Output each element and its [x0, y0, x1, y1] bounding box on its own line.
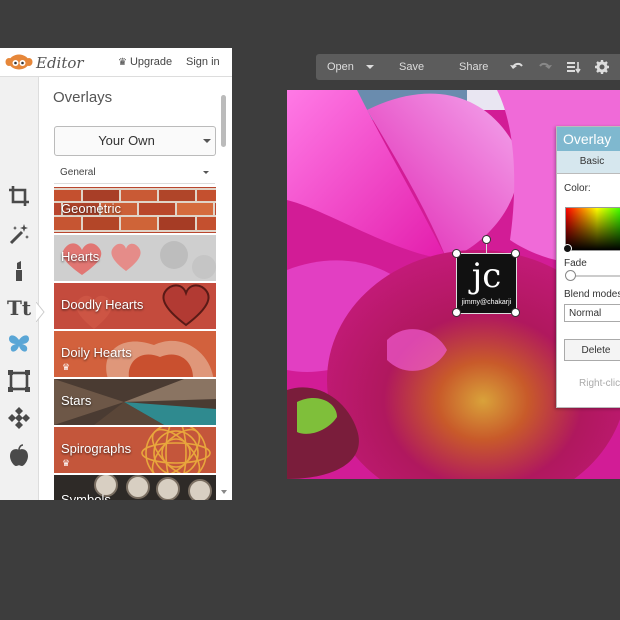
crop-icon: [9, 186, 29, 206]
save-button[interactable]: Save: [399, 61, 424, 73]
overlay-category-list: Geometric Hearts Doodly Hearts Doily Hea…: [54, 187, 216, 500]
overlay-item-symbols[interactable]: Symbols: [54, 475, 216, 500]
fade-slider-track[interactable]: [569, 275, 620, 277]
dialog-title: Overlay: [563, 131, 612, 147]
tool-overlays[interactable]: [5, 330, 33, 358]
signin-link[interactable]: Sign in: [186, 56, 220, 68]
overlay-item-hearts[interactable]: Hearts: [54, 235, 216, 281]
overlay-item-geometric[interactable]: Geometric: [54, 187, 216, 233]
category-select[interactable]: General: [54, 163, 215, 184]
editor-topbar: Editor ♛ Upgrade Sign in: [0, 48, 232, 77]
tool-theme[interactable]: [5, 441, 33, 469]
lipstick-icon: [16, 261, 22, 281]
overlay-properties-dialog: Overlay Basic Color: Fade Blend modes No…: [556, 126, 620, 408]
panel-title: Overlays: [53, 89, 113, 106]
layers-sort-icon[interactable]: [565, 59, 581, 75]
fade-label: Fade: [564, 258, 587, 269]
fade-slider-knob[interactable]: [565, 270, 576, 281]
resize-handle-bottom-left[interactable]: [452, 308, 461, 317]
app-title: Editor: [36, 54, 84, 72]
butterfly-icon: [9, 335, 29, 352]
share-button[interactable]: Share: [459, 61, 488, 73]
magic-wand-icon: [9, 224, 29, 245]
active-tool-indicator: [36, 302, 45, 322]
overlay-item-label: Stars: [61, 393, 92, 408]
gear-icon[interactable]: [594, 59, 610, 75]
overlay-item-spirographs[interactable]: Spirographs ♛: [54, 427, 216, 473]
resize-handle-bottom-right[interactable]: [511, 308, 520, 317]
blend-modes-label: Blend modes: [564, 289, 620, 300]
premium-crown-icon: ♛: [62, 458, 71, 468]
tool-effects[interactable]: [5, 220, 33, 248]
texture-icon: [8, 407, 30, 429]
crown-icon: ♛: [118, 57, 127, 68]
overlay-item-doodly-hearts[interactable]: Doodly Hearts: [54, 283, 216, 329]
tool-textures[interactable]: [5, 404, 33, 432]
color-picker[interactable]: [565, 207, 620, 251]
overlay-item-label: Geometric: [61, 201, 121, 216]
your-own-button[interactable]: Your Own: [54, 126, 199, 156]
undo-icon[interactable]: [509, 59, 525, 75]
tool-touchup[interactable]: [5, 257, 33, 285]
overlay-item-label: Spirographs: [61, 441, 132, 456]
overlay-item-doily-hearts[interactable]: Doily Hearts ♛: [54, 331, 216, 377]
rotate-handle[interactable]: [482, 235, 491, 244]
overlay-item-label: Symbols: [61, 492, 111, 500]
tab-basic[interactable]: Basic: [557, 151, 620, 174]
blend-mode-select[interactable]: Normal: [564, 304, 620, 322]
open-menu-chevron-icon[interactable]: [366, 65, 374, 69]
overlay-monogram: jc: [471, 256, 502, 296]
open-button[interactable]: Open: [327, 61, 354, 73]
chevron-down-icon: [203, 171, 209, 174]
overlay-list-scrollbar[interactable]: [220, 93, 226, 493]
editor-panel: Editor ♛ Upgrade Sign in Tt Overlays You…: [0, 48, 232, 500]
color-picker-marker[interactable]: [563, 244, 572, 253]
overlay-caption: jimmy@chakarji: [461, 299, 512, 306]
scroll-down-icon[interactable]: [221, 490, 227, 494]
tool-strip: Tt: [0, 77, 39, 500]
dialog-header[interactable]: Overlay: [557, 127, 620, 151]
overlay-item-label: Doily Hearts: [61, 345, 132, 360]
redo-icon[interactable]: [537, 59, 553, 75]
overlay-item-label: Doodly Hearts: [61, 297, 144, 312]
monkey-logo-icon: [5, 54, 33, 70]
scrollbar-thumb[interactable]: [221, 95, 226, 147]
your-own-dropdown-toggle[interactable]: [198, 126, 216, 156]
frame-icon: [8, 370, 30, 392]
tool-crop[interactable]: [5, 182, 33, 210]
tool-text[interactable]: Tt: [5, 294, 33, 322]
right-click-hint: Right-click: [579, 378, 620, 389]
text-icon: Tt: [6, 296, 32, 320]
selected-overlay[interactable]: jc jimmy@chakarji: [456, 253, 517, 314]
color-label: Color:: [564, 183, 591, 194]
category-selected-value: General: [60, 167, 96, 178]
upgrade-label: Upgrade: [129, 56, 173, 68]
premium-crown-icon: ♛: [62, 362, 71, 372]
resize-handle-top-right[interactable]: [511, 249, 520, 258]
top-toolbar: Open Save Share: [316, 54, 620, 80]
apple-icon: [10, 444, 28, 466]
delete-button[interactable]: Delete: [564, 339, 620, 361]
overlay-item-stars[interactable]: Stars: [54, 379, 216, 425]
resize-handle-top-left[interactable]: [452, 249, 461, 258]
upgrade-link[interactable]: ♛ Upgrade: [118, 56, 172, 68]
tool-frames[interactable]: [5, 367, 33, 395]
overlay-item-label: Hearts: [61, 249, 100, 264]
